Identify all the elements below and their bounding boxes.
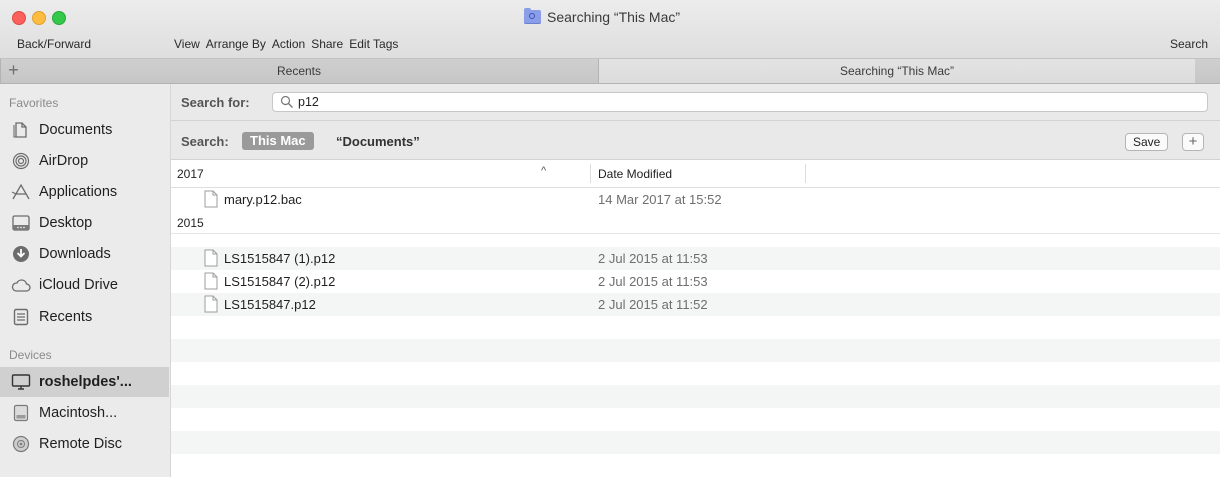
empty-row xyxy=(171,339,1220,362)
file-icon xyxy=(204,190,218,208)
sidebar-item-airdrop[interactable]: AirDrop xyxy=(0,146,169,176)
action-button[interactable]: Action xyxy=(272,37,305,51)
table-row[interactable]: LS1515847.p12 2 Jul 2015 at 11:52 xyxy=(171,293,1220,316)
sidebar-item-icloud-drive[interactable]: iCloud Drive xyxy=(0,270,169,300)
sidebar-item-label: iCloud Drive xyxy=(39,277,118,293)
column-divider[interactable] xyxy=(590,164,591,183)
file-date-modified: 14 Mar 2017 at 15:52 xyxy=(598,192,722,207)
disc-icon xyxy=(11,434,31,454)
tab-bar: Recents Searching “This Mac” + xyxy=(0,59,1220,84)
search-scope-bar: Search: This Mac “Documents” Save + xyxy=(171,121,1220,160)
file-date-modified: 2 Jul 2015 at 11:52 xyxy=(598,297,708,312)
sidebar-item-label: Applications xyxy=(39,184,118,200)
empty-row xyxy=(171,362,1220,385)
window-title: Searching “This Mac” xyxy=(524,8,680,26)
add-criteria-button[interactable]: + xyxy=(1182,133,1204,151)
file-date-modified: 2 Jul 2015 at 11:53 xyxy=(598,251,708,266)
icloud-icon xyxy=(11,275,31,295)
sidebar-item-label: Downloads xyxy=(39,246,111,262)
column-divider[interactable] xyxy=(805,164,806,183)
sidebar-item-label: Documents xyxy=(39,122,113,138)
scope-documents-button[interactable]: “Documents” xyxy=(336,134,420,149)
file-name: LS1515847 (2).p12 xyxy=(224,274,336,289)
table-row[interactable]: mary.p12.bac 14 Mar 2017 at 15:52 xyxy=(171,188,1220,211)
sidebar-item-label: Recents xyxy=(39,309,93,325)
scope-this-mac-button[interactable]: This Mac xyxy=(242,132,314,150)
file-date-modified: 2 Jul 2015 at 11:53 xyxy=(598,274,708,289)
empty-row xyxy=(171,431,1220,454)
sidebar-item-applications[interactable]: Applications xyxy=(0,177,169,207)
empty-row xyxy=(171,454,1220,477)
edit-tags-button[interactable]: Edit Tags xyxy=(349,37,398,51)
file-name: mary.p12.bac xyxy=(224,192,302,207)
minimize-window-button[interactable] xyxy=(32,11,46,25)
empty-row xyxy=(171,316,1220,339)
sidebar-item-documents[interactable]: Documents xyxy=(0,115,169,145)
sidebar-item-label: Remote Disc xyxy=(39,436,122,452)
file-name: LS1515847 (1).p12 xyxy=(224,251,336,266)
search-scope-label: Search: xyxy=(181,134,229,149)
sort-ascending-icon[interactable]: ^ xyxy=(541,165,546,177)
arrange-by-button[interactable]: Arrange By xyxy=(206,37,266,51)
tab-searching-this-mac[interactable]: Searching “This Mac” xyxy=(599,59,1195,83)
sidebar-item-remote-disc[interactable]: Remote Disc xyxy=(0,429,169,459)
table-row[interactable]: LS1515847 (1).p12 2 Jul 2015 at 11:53 xyxy=(171,247,1220,270)
search-icon xyxy=(280,95,293,108)
search-for-label: Search for: xyxy=(181,95,250,110)
table-row[interactable]: LS1515847 (2).p12 2 Jul 2015 at 11:53 xyxy=(171,270,1220,293)
downloads-icon xyxy=(11,244,31,264)
empty-row xyxy=(171,385,1220,408)
close-window-button[interactable] xyxy=(12,11,26,25)
tab-recents[interactable]: Recents xyxy=(0,59,599,83)
search-for-bar: Search for: p12 xyxy=(171,84,1220,121)
zoom-window-button[interactable] xyxy=(52,11,66,25)
file-icon xyxy=(204,272,218,290)
file-name: LS1515847.p12 xyxy=(224,297,316,312)
sidebar-item-downloads[interactable]: Downloads xyxy=(0,239,169,269)
applications-icon xyxy=(11,182,31,202)
sidebar-item-label: Desktop xyxy=(39,215,93,231)
sidebar-item-label: AirDrop xyxy=(39,153,89,169)
sidebar-item-label: Macintosh... xyxy=(39,405,118,421)
computer-icon xyxy=(11,372,31,392)
devices-header: Devices xyxy=(9,348,52,362)
airdrop-icon xyxy=(11,151,31,171)
file-icon xyxy=(204,249,218,267)
empty-row xyxy=(171,408,1220,431)
sidebar-item-desktop[interactable]: Desktop xyxy=(0,208,169,238)
sidebar-item-macintosh-hd[interactable]: Macintosh... xyxy=(0,398,169,428)
share-button[interactable]: Share xyxy=(311,37,343,51)
group-label: 2015 xyxy=(177,216,204,230)
view-button[interactable]: View xyxy=(174,37,200,51)
smart-folder-icon xyxy=(524,8,541,24)
recents-icon xyxy=(11,307,31,327)
back-forward-button[interactable]: Back/Forward xyxy=(17,37,91,51)
search-input[interactable]: p12 xyxy=(272,92,1208,112)
save-button[interactable]: Save xyxy=(1125,133,1169,151)
sidebar-item-label: roshelpdes'... xyxy=(39,374,132,390)
column-header-date-modified[interactable]: Date Modified xyxy=(598,167,672,181)
file-icon xyxy=(204,295,218,313)
toolbar-search-button[interactable]: Search xyxy=(1170,37,1208,51)
sidebar-item-computer[interactable]: roshelpdes'... xyxy=(0,367,169,397)
group-header-row: 2015 xyxy=(171,211,1220,234)
search-query: p12 xyxy=(298,95,319,109)
desktop-icon xyxy=(11,213,31,233)
column-header-name[interactable]: 2017 xyxy=(177,167,204,181)
sidebar-item-recents[interactable]: Recents xyxy=(0,302,169,332)
sidebar: Favorites Documents AirDrop Applications… xyxy=(0,84,171,477)
title-bar: Searching “This Mac” Back/Forward View A… xyxy=(0,0,1220,59)
favorites-header: Favorites xyxy=(9,96,59,110)
list-header: 2017 ^ Date Modified xyxy=(171,160,1220,188)
documents-icon xyxy=(11,120,31,140)
toolbar-menu: View Arrange By Action Share Edit Tags xyxy=(174,37,398,51)
window-title-text: Searching “This Mac” xyxy=(547,9,681,25)
hard-drive-icon xyxy=(11,403,31,423)
